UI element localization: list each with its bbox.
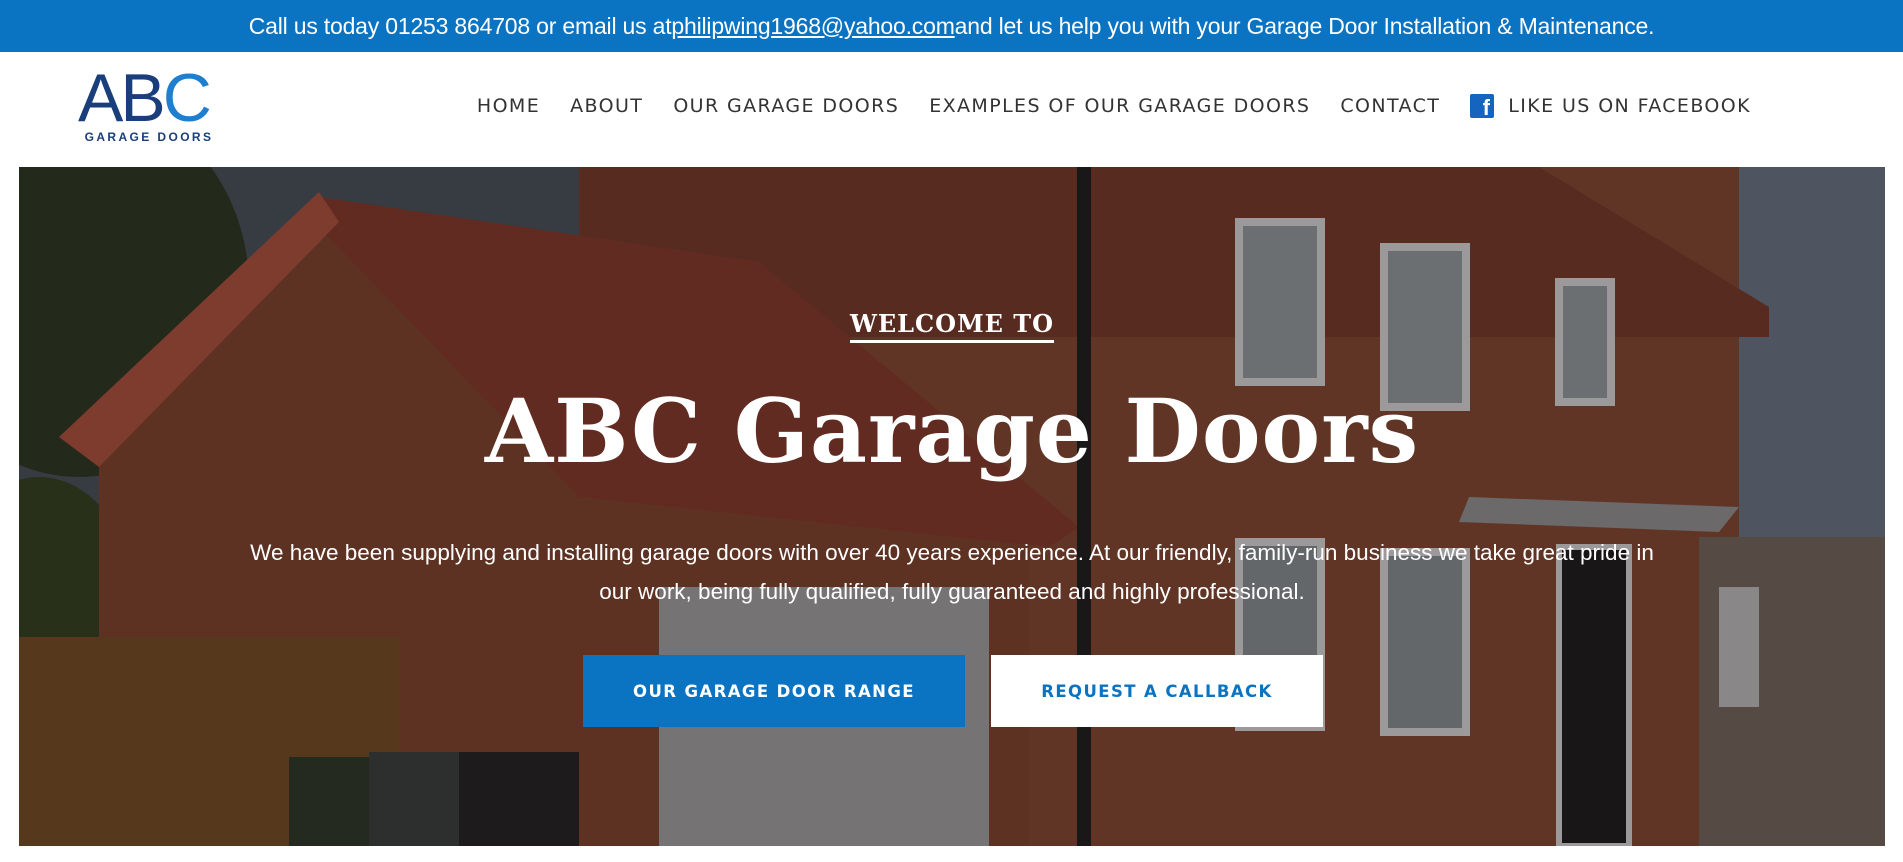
announcement-text-before: Call us today 01253 864708 or email us a… xyxy=(248,12,672,39)
facebook-label: LIKE US ON FACEBOOK xyxy=(1508,95,1751,117)
request-callback-button[interactable]: REQUEST A CALLBACK xyxy=(991,655,1323,727)
announcement-bar: Call us today 01253 864708 or email us a… xyxy=(0,0,1903,52)
logo-wordmark: ABC xyxy=(78,60,212,136)
logo-tagline: GARAGE DOORS xyxy=(84,130,214,144)
hero-section: WELCOME TO ABC Garage Doors We have been… xyxy=(19,167,1885,846)
hero-description: We have been supplying and installing ga… xyxy=(250,540,1654,604)
site-header: ABC GARAGE DOORS HOME ABOUT OUR GARAGE D… xyxy=(0,52,1903,166)
nav-examples[interactable]: EXAMPLES OF OUR GARAGE DOORS xyxy=(929,95,1310,117)
main-nav: HOME ABOUT OUR GARAGE DOORS EXAMPLES OF … xyxy=(477,52,1751,160)
site-logo[interactable]: ABC GARAGE DOORS xyxy=(76,60,222,144)
email-link[interactable]: philipwing1968@yahoo.com xyxy=(671,13,954,40)
welcome-text: WELCOME TO xyxy=(849,309,1055,343)
hero-title: ABC Garage Doors xyxy=(484,379,1420,483)
garage-door-range-button[interactable]: OUR GARAGE DOOR RANGE xyxy=(583,655,965,727)
hero-content: WELCOME TO ABC Garage Doors We have been… xyxy=(19,167,1885,846)
nav-contact[interactable]: CONTACT xyxy=(1340,95,1440,117)
logo-ab: AB xyxy=(78,60,166,136)
logo-c: C xyxy=(162,60,212,136)
facebook-icon: f xyxy=(1470,94,1495,120)
nav-home[interactable]: HOME xyxy=(477,95,540,117)
hero-welcome: WELCOME TO xyxy=(19,309,1885,343)
nav-about[interactable]: ABOUT xyxy=(570,95,643,117)
nav-facebook[interactable]: f LIKE US ON FACEBOOK xyxy=(1470,94,1751,120)
announcement-text-after: and let us help you with your Garage Doo… xyxy=(954,12,1655,39)
nav-our-garage-doors[interactable]: OUR GARAGE DOORS xyxy=(673,95,899,117)
